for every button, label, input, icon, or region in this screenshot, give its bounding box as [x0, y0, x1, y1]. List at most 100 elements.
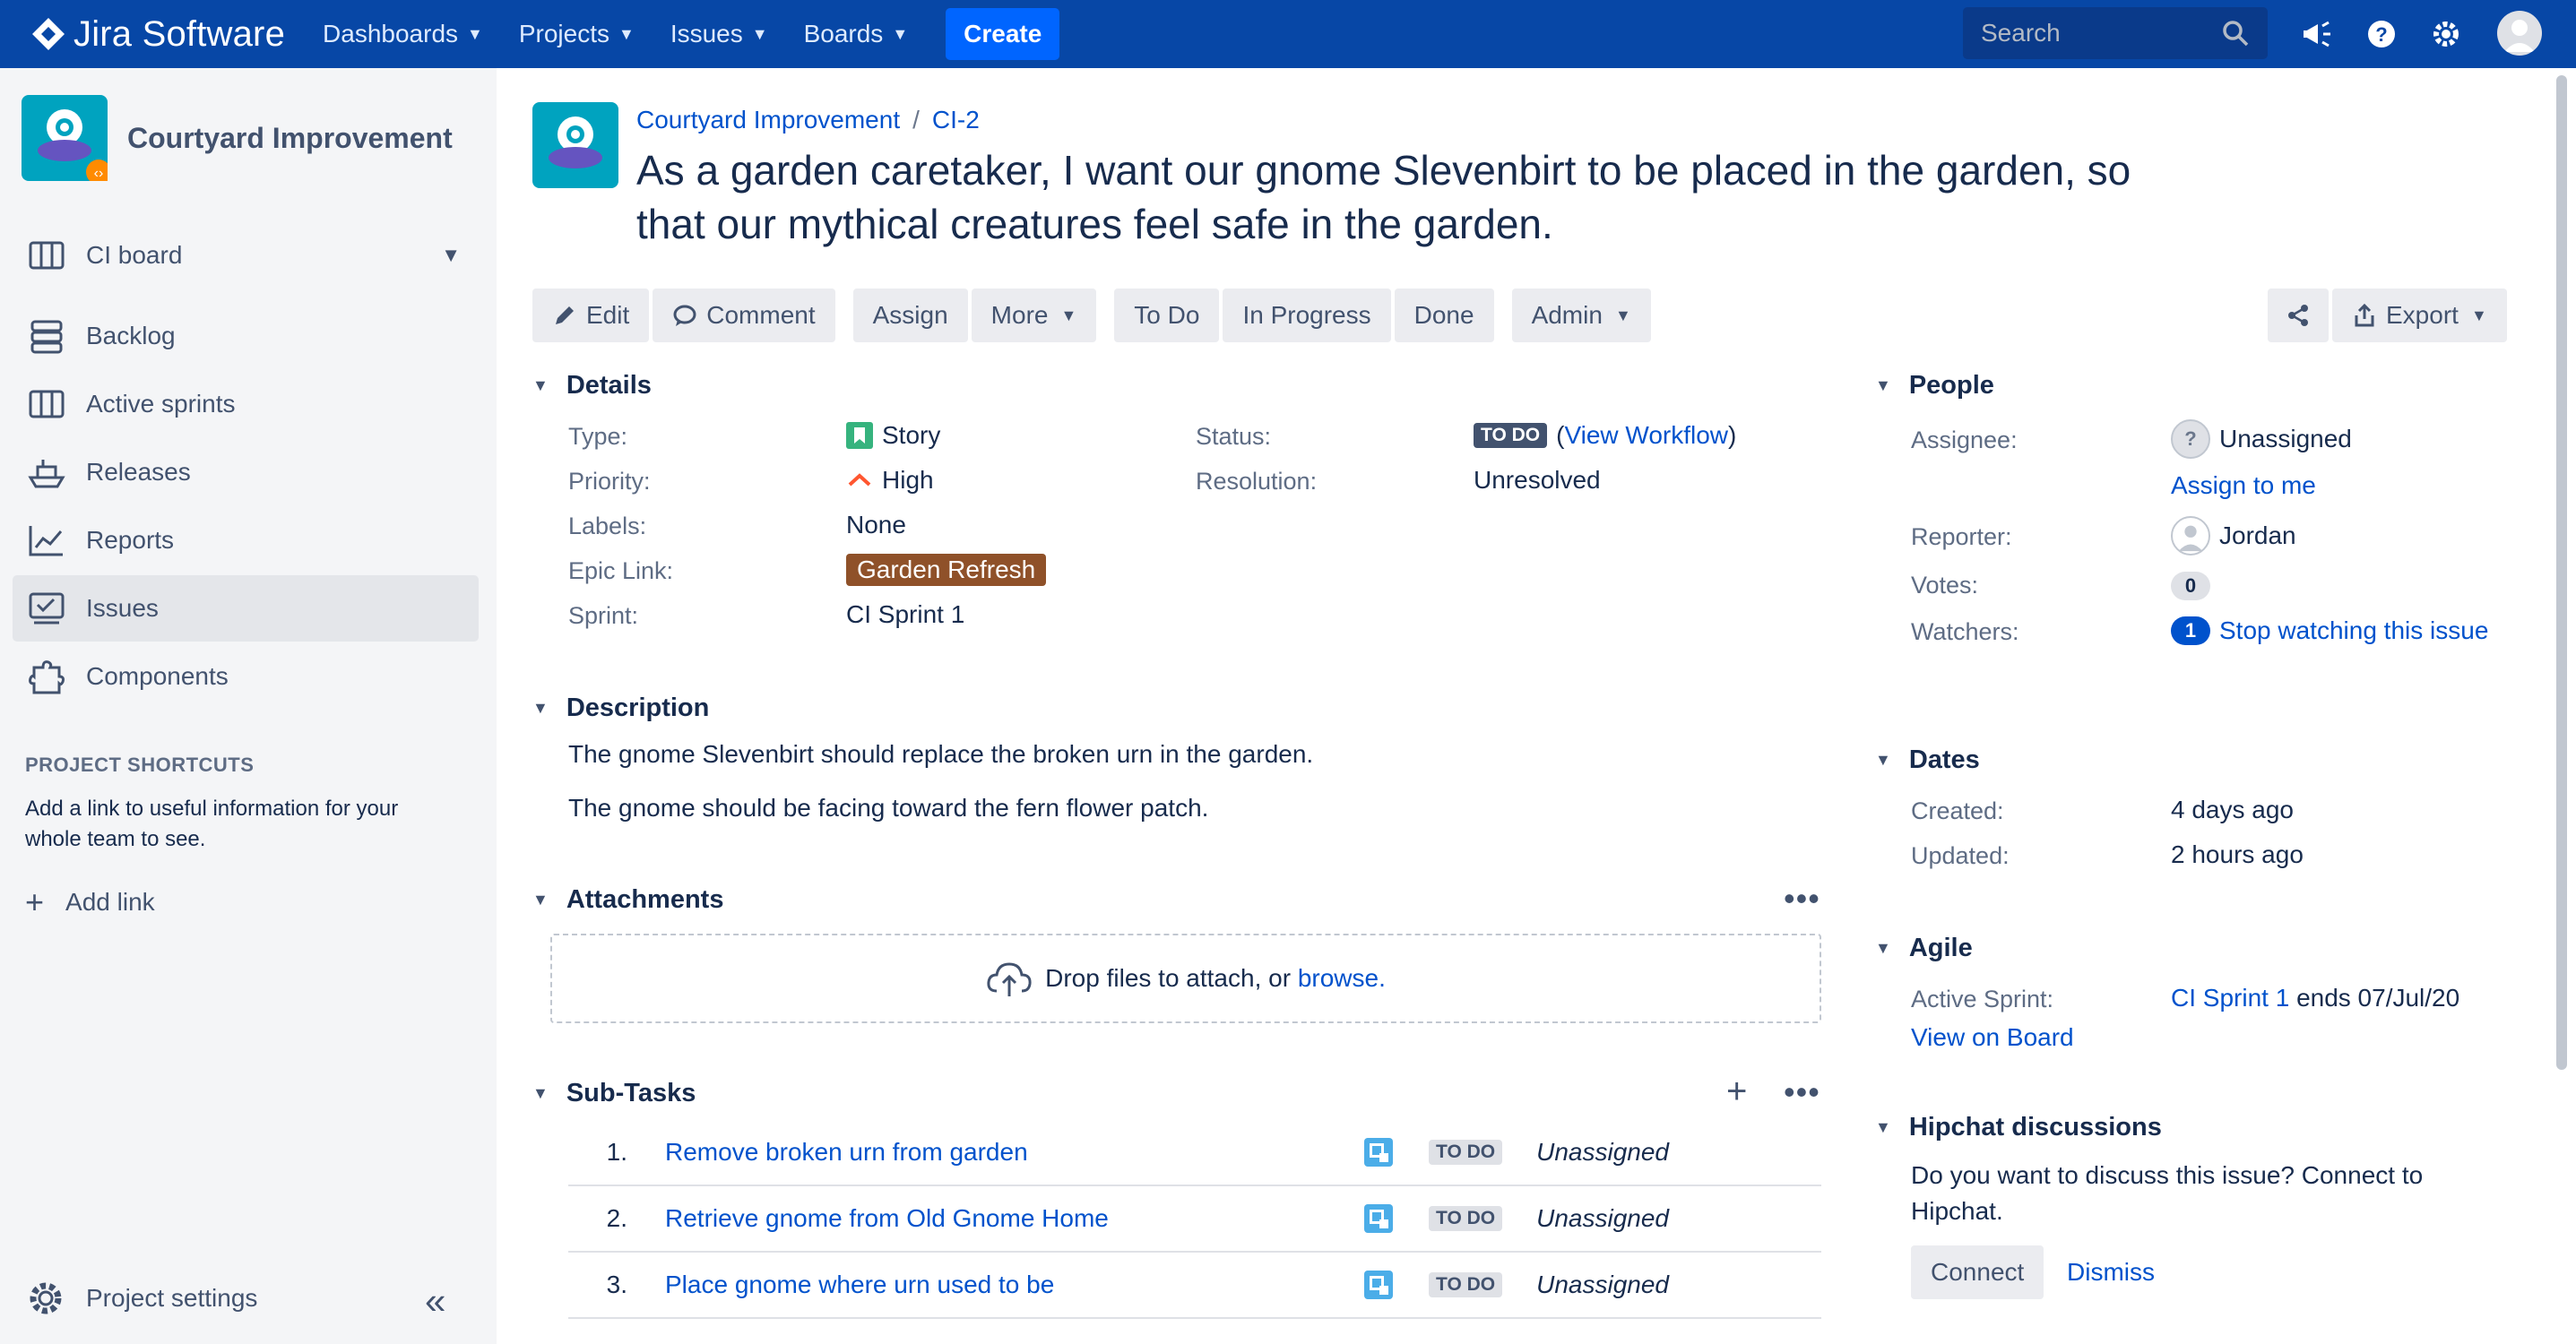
- share-button[interactable]: [2268, 289, 2329, 342]
- watchers-badge[interactable]: 1: [2171, 616, 2210, 645]
- subtasks-section-toggle[interactable]: ▼ Sub-Tasks: [532, 1079, 696, 1108]
- dates-section-toggle[interactable]: ▼ Dates: [1875, 745, 1980, 775]
- description-line[interactable]: The gnome should be facing toward the fe…: [568, 794, 1208, 823]
- votes-badge[interactable]: 0: [2171, 572, 2210, 600]
- resolution-value: Unresolved: [1474, 466, 1601, 494]
- board-selector[interactable]: CI board ▼: [13, 222, 479, 289]
- sidebar-item-backlog[interactable]: Backlog: [13, 303, 479, 369]
- megaphone-icon[interactable]: [2300, 17, 2334, 51]
- priority-high-icon: [848, 473, 871, 487]
- dismiss-link[interactable]: Dismiss: [2067, 1258, 2155, 1287]
- reporter-value[interactable]: Jordan: [2171, 516, 2296, 556]
- board-icon: [29, 390, 65, 418]
- active-sprint-value: CI Sprint 1 ends 07/Jul/20: [2171, 984, 2459, 1012]
- watchers-value[interactable]: 1 Stop watching this issue: [2171, 616, 2488, 645]
- sidebar-item-issues[interactable]: Issues: [13, 575, 479, 642]
- subtask-link[interactable]: Retrieve gnome from Old Gnome Home: [665, 1204, 1364, 1233]
- view-on-board-link[interactable]: View on Board: [1911, 1023, 2074, 1052]
- browse-link[interactable]: browse.: [1298, 964, 1386, 993]
- collapse-sidebar-icon[interactable]: «: [425, 1279, 445, 1322]
- status-value: TO DO (View Workflow): [1474, 421, 1736, 450]
- subtasks-heading: Sub-Tasks: [566, 1079, 696, 1107]
- table-row[interactable]: 3. Place gnome where urn used to be TO D…: [568, 1253, 1821, 1319]
- jira-logo[interactable]: Jira Software: [30, 14, 285, 55]
- settings-gear-icon[interactable]: [2429, 17, 2463, 51]
- in-progress-transition-button[interactable]: In Progress: [1223, 289, 1391, 342]
- connect-button[interactable]: Connect: [1911, 1245, 2044, 1299]
- sidebar-item-releases[interactable]: Releases: [13, 439, 479, 505]
- create-button[interactable]: Create: [946, 8, 1060, 60]
- stop-watching-link[interactable]: Stop watching this issue: [2219, 616, 2488, 645]
- assignee-value[interactable]: ? Unassigned: [2171, 419, 2352, 459]
- project-settings-link[interactable]: Project settings: [25, 1278, 257, 1319]
- votes-value[interactable]: 0: [2171, 572, 2219, 600]
- description-section-toggle[interactable]: ▼ Description: [532, 694, 709, 723]
- subtask-type-icon: [1364, 1271, 1393, 1299]
- type-value: Story: [846, 421, 940, 450]
- sprint-value[interactable]: CI Sprint 1: [846, 600, 964, 629]
- attachments-more-icon[interactable]: •••: [1784, 880, 1820, 918]
- sidebar-item-label: Backlog: [86, 322, 176, 349]
- attachment-dropzone[interactable]: Drop files to attach, or browse.: [550, 934, 1821, 1023]
- subtask-number: 1.: [606, 1138, 627, 1166]
- help-icon[interactable]: ?: [2364, 17, 2399, 51]
- details-section-toggle[interactable]: ▼ Details: [532, 371, 652, 401]
- add-link-button[interactable]: + Add link: [25, 883, 155, 921]
- issue-toolbar: Edit Comment Assign More ▼ To Do In Progr…: [532, 289, 1655, 342]
- export-button[interactable]: Export ▼: [2332, 289, 2507, 342]
- view-workflow-paren-open: (: [1556, 421, 1565, 449]
- issue-title[interactable]: As a garden caretaker, I want our gnome …: [636, 143, 2160, 251]
- epic-link-label: Epic Link:: [568, 557, 674, 584]
- project-shortcuts-heading: PROJECT SHORTCUTS: [25, 754, 255, 776]
- hipchat-section-toggle[interactable]: ▼ Hipchat discussions: [1875, 1113, 2162, 1142]
- search-icon: [2223, 21, 2249, 47]
- nav-projects-label: Projects: [518, 20, 609, 47]
- epic-link-value[interactable]: Garden Refresh: [846, 554, 1047, 586]
- page-scrollbar[interactable]: [2556, 75, 2567, 1070]
- settings-gear-icon: [30, 1282, 62, 1314]
- attachments-section-toggle[interactable]: ▼ Attachments: [532, 885, 723, 915]
- epic-lozenge[interactable]: Garden Refresh: [846, 554, 1047, 586]
- sidebar-item-components[interactable]: Components: [13, 643, 479, 710]
- updated-label: Updated:: [1911, 842, 2010, 869]
- nav-issues[interactable]: Issues ▼: [670, 20, 768, 48]
- sidebar-item-active-sprints[interactable]: Active sprints: [13, 371, 479, 437]
- assign-button[interactable]: Assign: [852, 289, 968, 342]
- search-input[interactable]: Search: [1963, 7, 2268, 59]
- view-workflow-link[interactable]: View Workflow: [1564, 421, 1728, 450]
- assign-to-me-link[interactable]: Assign to me: [2171, 471, 2316, 500]
- user-avatar[interactable]: [2497, 11, 2542, 56]
- people-section-toggle[interactable]: ▼ People: [1875, 371, 1994, 401]
- table-row[interactable]: 1. Remove broken urn from garden TO DO U…: [568, 1120, 1821, 1186]
- active-sprint-link[interactable]: CI Sprint 1: [2171, 984, 2289, 1012]
- sidebar-item-reports[interactable]: Reports: [13, 507, 479, 573]
- breadcrumb-issue-key[interactable]: CI-2: [932, 106, 980, 134]
- more-button[interactable]: More ▼: [971, 289, 1097, 342]
- add-link-label: Add link: [65, 888, 155, 916]
- chevron-down-icon: ▼: [1875, 939, 1891, 957]
- nav-projects[interactable]: Projects ▼: [519, 20, 635, 48]
- add-subtask-plus-icon[interactable]: +: [1726, 1072, 1748, 1112]
- nav-boards[interactable]: Boards ▼: [804, 20, 909, 48]
- subtask-number: 3.: [606, 1271, 627, 1298]
- description-line[interactable]: The gnome Slevenbirt should replace the …: [568, 740, 1313, 769]
- project-header[interactable]: ‹› Courtyard Improvement: [22, 95, 453, 185]
- comment-button[interactable]: Comment: [653, 289, 835, 342]
- ufo-icon: [549, 116, 602, 168]
- todo-transition-button[interactable]: To Do: [1114, 289, 1220, 342]
- table-row[interactable]: 2. Retrieve gnome from Old Gnome Home TO…: [568, 1186, 1821, 1253]
- done-transition-button[interactable]: Done: [1394, 289, 1494, 342]
- chevron-down-icon: ▼: [1875, 751, 1891, 769]
- edit-button[interactable]: Edit: [532, 289, 650, 342]
- labels-value[interactable]: None: [846, 511, 906, 539]
- subtasks-more-icon[interactable]: •••: [1784, 1073, 1820, 1111]
- breadcrumb-project[interactable]: Courtyard Improvement: [636, 106, 900, 134]
- agile-section-toggle[interactable]: ▼ Agile: [1875, 934, 1973, 963]
- project-avatar: ‹›: [22, 95, 111, 185]
- nav-dashboards[interactable]: Dashboards ▼: [323, 20, 483, 48]
- subtask-link[interactable]: Remove broken urn from garden: [665, 1138, 1364, 1167]
- ship-icon: [28, 460, 65, 488]
- admin-button[interactable]: Admin ▼: [1511, 289, 1651, 342]
- attachments-heading: Attachments: [566, 885, 724, 914]
- subtask-link[interactable]: Place gnome where urn used to be: [665, 1271, 1364, 1299]
